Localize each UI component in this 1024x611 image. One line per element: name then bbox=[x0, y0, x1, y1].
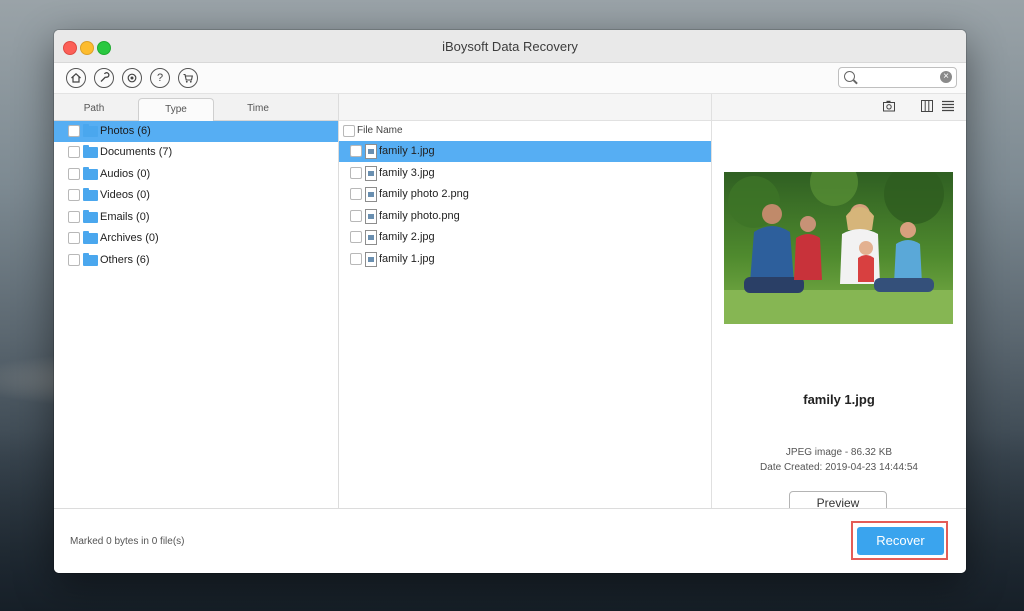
checkbox[interactable] bbox=[68, 125, 80, 137]
type-label: Videos (0) bbox=[100, 189, 150, 201]
type-label: Photos (6) bbox=[100, 125, 151, 137]
preview-type-size: JPEG image - 86.32 KB bbox=[785, 447, 893, 458]
type-label: Documents (7) bbox=[100, 146, 173, 158]
checkbox[interactable] bbox=[68, 254, 80, 266]
select-all-checkbox[interactable] bbox=[343, 125, 355, 137]
preview-file-name: family 1.jpg bbox=[803, 392, 875, 407]
type-item-videos[interactable]: Videos (0) bbox=[54, 185, 338, 206]
checkbox[interactable] bbox=[68, 146, 80, 158]
checkbox[interactable] bbox=[350, 253, 362, 265]
type-item-emails[interactable]: Emails (0) bbox=[54, 207, 338, 228]
recover-button[interactable]: Recover bbox=[857, 527, 944, 555]
type-item-archives[interactable]: Archives (0) bbox=[54, 228, 338, 249]
checkbox[interactable] bbox=[350, 210, 362, 222]
list-view-icon[interactable] bbox=[942, 100, 954, 112]
tab-time[interactable]: Time bbox=[218, 98, 298, 120]
checkbox[interactable] bbox=[68, 189, 80, 201]
tab-path[interactable]: Path bbox=[54, 98, 134, 120]
checkbox[interactable] bbox=[350, 188, 362, 200]
type-sidebar: Path Type Time Photos (6) Documents (7) … bbox=[54, 94, 339, 508]
search-box[interactable]: × bbox=[838, 67, 957, 88]
folder-icon bbox=[83, 253, 98, 266]
search-input[interactable] bbox=[859, 69, 941, 87]
folder-icon bbox=[83, 145, 98, 158]
search-icon bbox=[844, 71, 855, 82]
column-file-name[interactable]: File Name bbox=[357, 125, 403, 136]
preview-pane: family 1.jpg JPEG image - 86.32 KB Date … bbox=[712, 94, 966, 515]
app-window: iBoysoft Data Recovery ? × Path Type Tim… bbox=[54, 30, 966, 573]
cart-icon[interactable] bbox=[178, 68, 198, 88]
camera-icon[interactable] bbox=[883, 100, 895, 112]
type-item-documents[interactable]: Documents (7) bbox=[54, 142, 338, 163]
image-file-icon bbox=[365, 187, 377, 202]
file-row[interactable]: family 2.jpg bbox=[339, 227, 711, 248]
file-name: family 1.jpg bbox=[379, 253, 435, 265]
folder-icon bbox=[83, 188, 98, 201]
folder-icon bbox=[83, 124, 98, 137]
file-list-header: File Name bbox=[339, 122, 711, 140]
wrench-icon[interactable] bbox=[94, 68, 114, 88]
file-name: family 2.jpg bbox=[379, 231, 435, 243]
tab-type[interactable]: Type bbox=[138, 98, 214, 122]
type-item-audios[interactable]: Audios (0) bbox=[54, 164, 338, 185]
type-label: Audios (0) bbox=[100, 168, 151, 180]
type-item-photos[interactable]: Photos (6) bbox=[54, 121, 338, 142]
clear-search-icon[interactable]: × bbox=[940, 71, 952, 83]
checkbox[interactable] bbox=[350, 145, 362, 157]
marked-status: Marked 0 bytes in 0 file(s) bbox=[70, 536, 185, 547]
folder-icon bbox=[83, 231, 98, 244]
file-row[interactable]: family photo.png bbox=[339, 206, 711, 227]
folder-icon bbox=[83, 167, 98, 180]
checkbox[interactable] bbox=[68, 211, 80, 223]
file-row[interactable]: family 1.jpg bbox=[339, 249, 711, 270]
window-title: iBoysoft Data Recovery bbox=[442, 39, 578, 54]
image-file-icon bbox=[365, 144, 377, 159]
checkbox[interactable] bbox=[68, 168, 80, 180]
view-tabs: Path Type Time bbox=[54, 94, 338, 122]
image-file-icon bbox=[365, 209, 377, 224]
checkbox[interactable] bbox=[350, 167, 362, 179]
type-label: Emails (0) bbox=[100, 211, 150, 223]
help-icon[interactable]: ? bbox=[150, 68, 170, 88]
file-list-toolbar bbox=[339, 94, 711, 121]
type-item-others[interactable]: Others (6) bbox=[54, 250, 338, 271]
type-label: Archives (0) bbox=[100, 232, 159, 244]
file-name: family photo 2.png bbox=[379, 188, 469, 200]
file-name: family 1.jpg bbox=[379, 145, 435, 157]
home-icon[interactable] bbox=[66, 68, 86, 88]
gear-icon[interactable] bbox=[122, 68, 142, 88]
image-file-icon bbox=[365, 166, 377, 181]
image-file-icon bbox=[365, 230, 377, 245]
file-row[interactable]: family 3.jpg bbox=[339, 163, 711, 184]
checkbox[interactable] bbox=[350, 231, 362, 243]
column-view-icon[interactable] bbox=[921, 100, 933, 112]
view-toolbar bbox=[712, 94, 966, 121]
type-label: Others (6) bbox=[100, 254, 150, 266]
file-row[interactable]: family photo 2.png bbox=[339, 184, 711, 205]
toolbar: ? × bbox=[54, 63, 966, 94]
preview-date-created: Date Created: 2019-04-23 14:44:54 bbox=[760, 462, 918, 473]
image-preview bbox=[724, 172, 953, 324]
image-file-icon bbox=[365, 252, 377, 267]
title-bar: iBoysoft Data Recovery bbox=[54, 30, 966, 63]
file-name: family 3.jpg bbox=[379, 167, 435, 179]
folder-icon bbox=[83, 210, 98, 223]
checkbox[interactable] bbox=[68, 232, 80, 244]
footer-bar: Marked 0 bytes in 0 file(s) Recover bbox=[54, 508, 966, 573]
file-row[interactable]: family 1.jpg bbox=[339, 141, 711, 162]
file-list-pane: File Name family 1.jpg family 3.jpg fami… bbox=[339, 94, 712, 508]
file-name: family photo.png bbox=[379, 210, 460, 222]
